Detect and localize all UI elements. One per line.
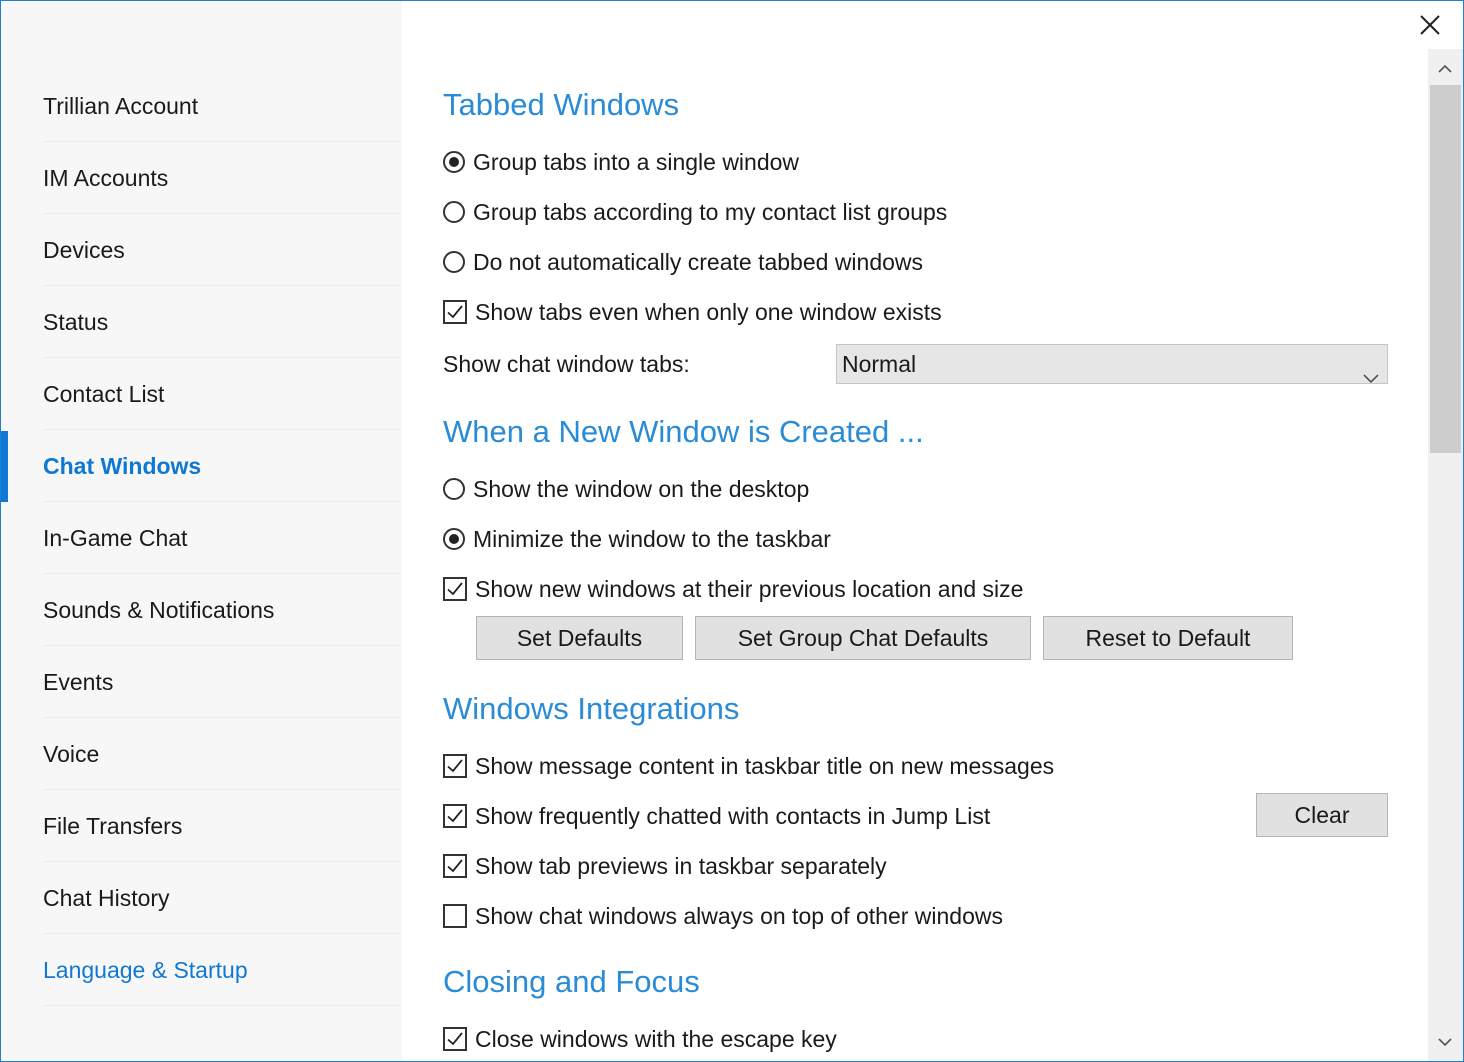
section-title-closing-focus: Closing and Focus bbox=[443, 964, 700, 999]
sidebar-item-chat-history[interactable]: Chat History bbox=[43, 863, 401, 934]
close-icon bbox=[1420, 15, 1440, 35]
checkbox-checked-icon bbox=[443, 754, 467, 778]
option-label: Do not automatically create tabbed windo… bbox=[473, 248, 924, 275]
radio-selected-icon bbox=[443, 151, 465, 173]
checkbox-always-on-top[interactable]: Show chat windows always on top of other… bbox=[443, 901, 1003, 931]
radio-no-tabbed-windows[interactable]: Do not automatically create tabbed windo… bbox=[443, 247, 923, 277]
chevron-down-icon bbox=[1363, 357, 1379, 395]
radio-unselected-icon bbox=[443, 251, 465, 273]
checkbox-unchecked-icon bbox=[443, 904, 467, 928]
option-label: Show the window on the desktop bbox=[473, 475, 810, 502]
scrollbar-thumb[interactable] bbox=[1430, 85, 1461, 453]
radio-selected-icon bbox=[443, 528, 465, 550]
checkbox-close-escape-key[interactable]: Close windows with the escape key bbox=[443, 1024, 837, 1054]
content-pane: Tabbed Windows Group tabs into a single … bbox=[402, 1, 1428, 1061]
scroll-down-icon[interactable] bbox=[1438, 1034, 1452, 1052]
checkbox-checked-icon bbox=[443, 804, 467, 828]
sidebar-item-language-startup[interactable]: Language & Startup bbox=[43, 935, 401, 1006]
radio-unselected-icon bbox=[443, 478, 465, 500]
sidebar-item-voice[interactable]: Voice bbox=[43, 719, 401, 790]
chat-window-tabs-select[interactable]: Normal bbox=[836, 344, 1388, 384]
sidebar-item-im-accounts[interactable]: IM Accounts bbox=[43, 143, 401, 214]
radio-group-tabs-contact-groups[interactable]: Group tabs according to my contact list … bbox=[443, 197, 947, 227]
option-label: Show frequently chatted with contacts in… bbox=[475, 802, 991, 829]
radio-unselected-icon bbox=[443, 201, 465, 223]
sidebar-item-devices[interactable]: Devices bbox=[43, 215, 401, 286]
sidebar: Trillian Account IM Accounts Devices Sta… bbox=[1, 1, 402, 1061]
sidebar-item-events[interactable]: Events bbox=[43, 647, 401, 718]
option-label: Close windows with the escape key bbox=[475, 1025, 837, 1052]
sidebar-item-chat-windows[interactable]: Chat Windows bbox=[43, 431, 401, 502]
sidebar-item-status[interactable]: Status bbox=[43, 287, 401, 358]
reset-to-default-button[interactable]: Reset to Default bbox=[1043, 616, 1293, 660]
option-label: Group tabs into a single window bbox=[473, 148, 800, 175]
sidebar-item-in-game-chat[interactable]: In-Game Chat bbox=[43, 503, 401, 574]
checkbox-checked-icon bbox=[443, 854, 467, 878]
settings-window: Trillian Account IM Accounts Devices Sta… bbox=[0, 0, 1464, 1062]
clear-jump-list-button[interactable]: Clear bbox=[1256, 793, 1388, 837]
sidebar-item-trillian-account[interactable]: Trillian Account bbox=[43, 71, 401, 142]
checkbox-checked-icon bbox=[443, 577, 467, 601]
checkbox-message-content-taskbar[interactable]: Show message content in taskbar title on… bbox=[443, 751, 1054, 781]
sidebar-item-contact-list[interactable]: Contact List bbox=[43, 359, 401, 430]
option-label: Minimize the window to the taskbar bbox=[473, 525, 831, 552]
checkbox-jump-list-contacts[interactable]: Show frequently chatted with contacts in… bbox=[443, 801, 990, 831]
checkbox-checked-icon bbox=[443, 1027, 467, 1051]
section-title-windows-integrations: Windows Integrations bbox=[443, 691, 740, 726]
set-group-chat-defaults-button[interactable]: Set Group Chat Defaults bbox=[695, 616, 1031, 660]
sidebar-item-sounds-notifications[interactable]: Sounds & Notifications bbox=[43, 575, 401, 646]
option-label: Show new windows at their previous locat… bbox=[475, 575, 1024, 602]
scroll-up-icon[interactable] bbox=[1438, 61, 1452, 79]
chat-window-tabs-label: Show chat window tabs: bbox=[443, 351, 690, 377]
radio-show-window-desktop[interactable]: Show the window on the desktop bbox=[443, 474, 809, 504]
select-value: Normal bbox=[842, 351, 917, 377]
close-button[interactable] bbox=[1411, 9, 1449, 43]
checkbox-tab-previews-taskbar[interactable]: Show tab previews in taskbar separately bbox=[443, 851, 887, 881]
option-label: Group tabs according to my contact list … bbox=[473, 198, 948, 225]
active-indicator bbox=[1, 431, 8, 502]
radio-minimize-to-taskbar[interactable]: Minimize the window to the taskbar bbox=[443, 524, 831, 554]
option-label: Show message content in taskbar title on… bbox=[475, 752, 1055, 779]
option-label: Show tab previews in taskbar separately bbox=[475, 852, 887, 879]
checkbox-checked-icon bbox=[443, 300, 467, 324]
checkbox-previous-location-size[interactable]: Show new windows at their previous locat… bbox=[443, 574, 1023, 604]
radio-group-tabs-single-window[interactable]: Group tabs into a single window bbox=[443, 147, 799, 177]
set-defaults-button[interactable]: Set Defaults bbox=[476, 616, 683, 660]
option-label: Show chat windows always on top of other… bbox=[475, 902, 1004, 929]
option-label: Show tabs even when only one window exis… bbox=[475, 298, 942, 325]
checkbox-show-tabs-one-window[interactable]: Show tabs even when only one window exis… bbox=[443, 297, 942, 327]
vertical-scrollbar[interactable] bbox=[1428, 49, 1463, 1061]
sidebar-item-file-transfers[interactable]: File Transfers bbox=[43, 791, 401, 862]
section-title-new-window: When a New Window is Created ... bbox=[443, 414, 924, 449]
section-title-tabbed-windows: Tabbed Windows bbox=[443, 87, 680, 122]
